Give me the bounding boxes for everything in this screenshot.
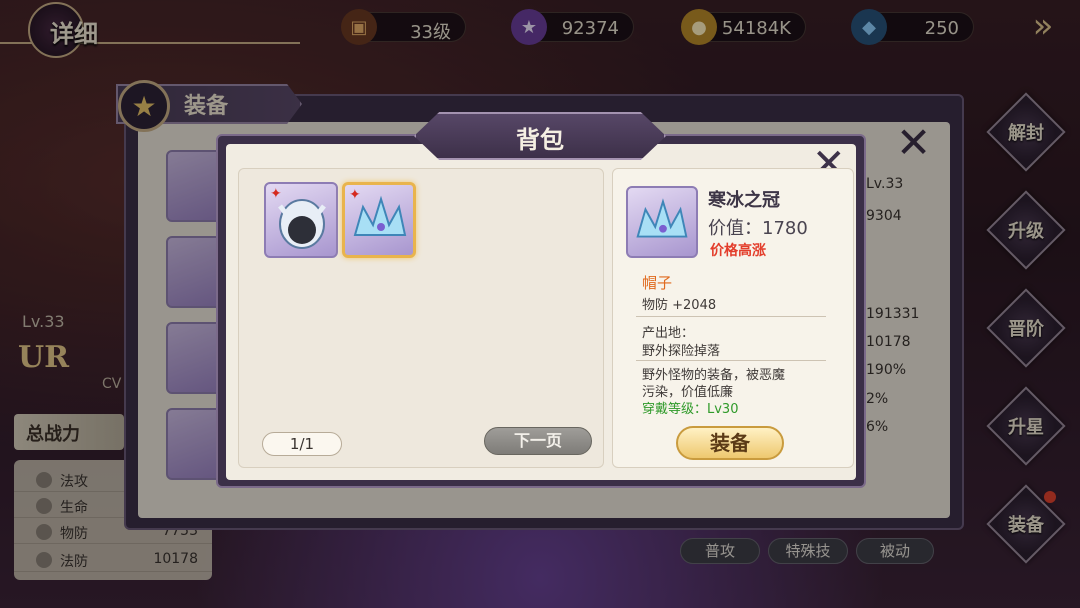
item-attribute: 物防 +2048 — [642, 298, 717, 313]
wear-level: 穿戴等级：Lv30 — [642, 402, 739, 417]
origin-value: 野外探险掉落 — [642, 344, 721, 359]
item-type: 帽子 — [642, 274, 673, 292]
equip-button[interactable]: 装备 — [676, 426, 784, 460]
inventory-item[interactable]: ✦ — [264, 182, 338, 258]
rank-icon: ✦ — [349, 187, 361, 203]
bag-title: 背包 — [516, 126, 564, 154]
origin-label: 产出地： — [642, 326, 695, 341]
next-page-button[interactable]: 下一页 — [484, 427, 592, 455]
divider — [636, 316, 826, 317]
inventory-item-selected[interactable]: ✦ — [342, 182, 416, 258]
detail-item-frame — [626, 186, 698, 258]
page-indicator: 1/1 — [262, 432, 342, 456]
ice-crown-icon — [636, 198, 688, 238]
item-name: 寒冰之冠 — [708, 190, 780, 211]
divider — [636, 360, 826, 361]
item-value: 价值：1780 — [708, 218, 808, 239]
rank-icon: ✦ — [270, 186, 282, 202]
price-tag: 价格高涨 — [710, 243, 766, 259]
